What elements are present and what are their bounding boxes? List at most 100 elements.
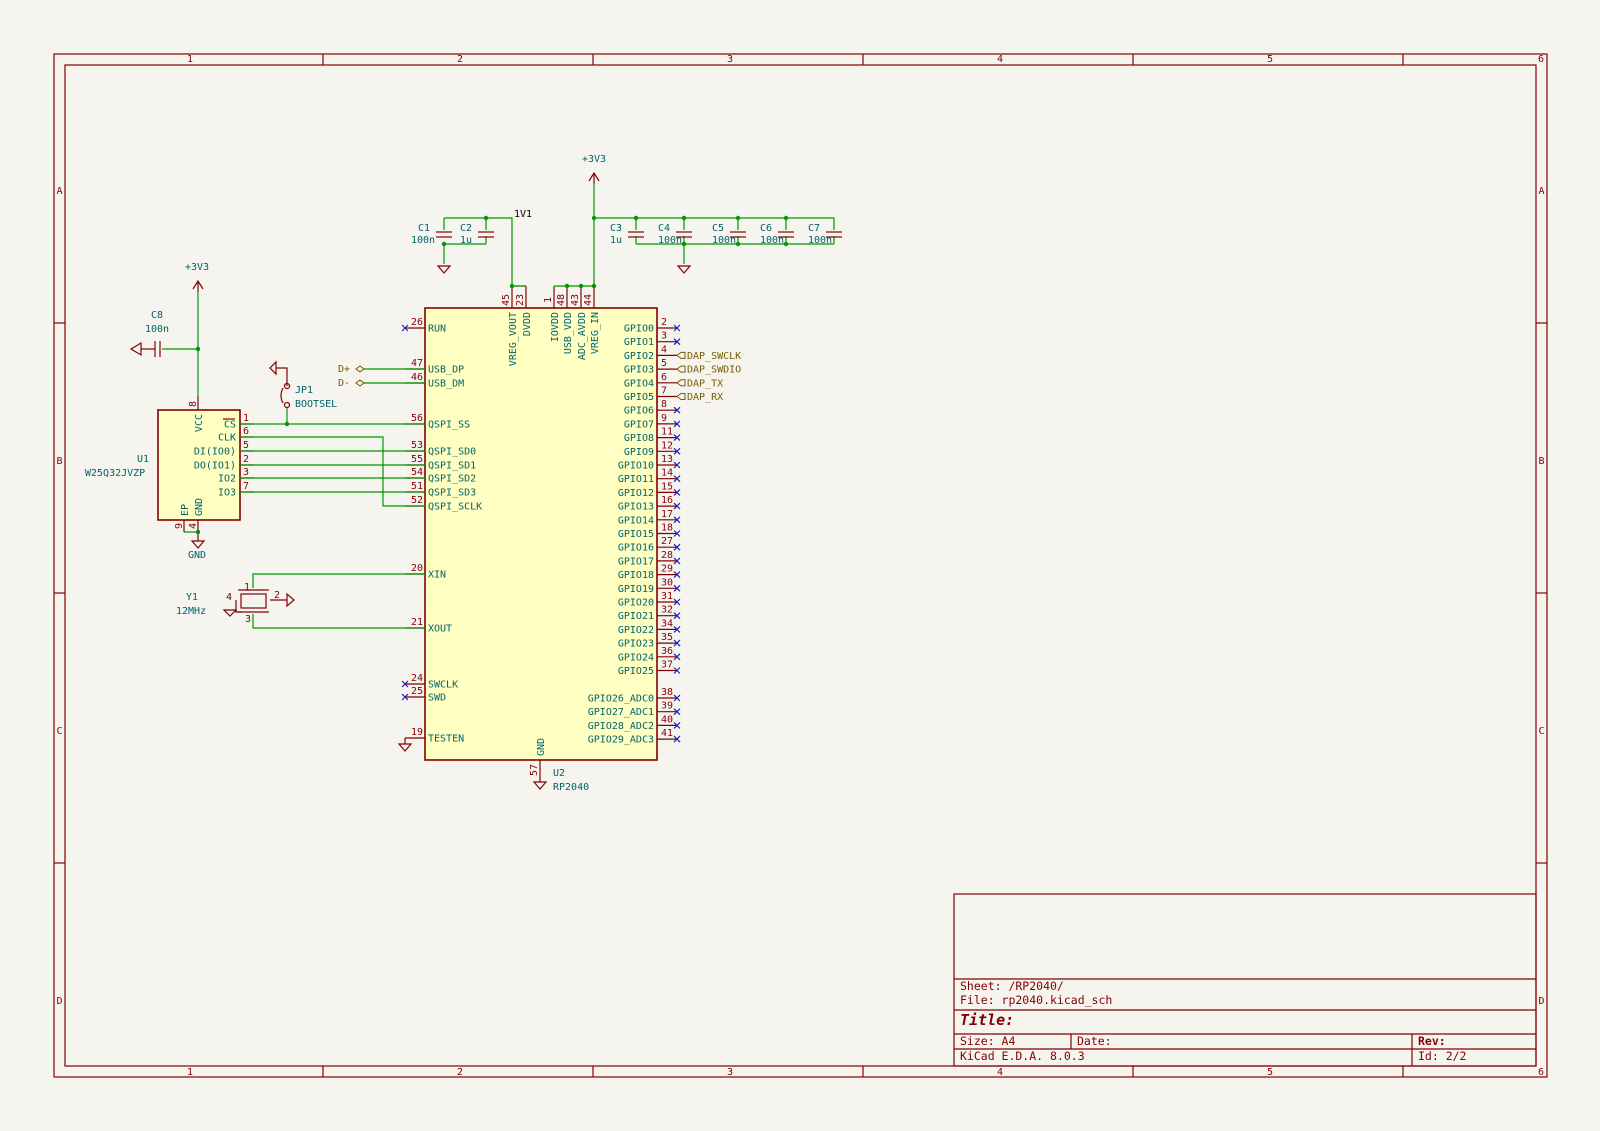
- u2-pin-num-12: 12: [661, 440, 673, 451]
- svg-text:3: 3: [245, 614, 251, 625]
- u2-pin-num-17: 17: [661, 509, 673, 520]
- u2-pin-testen: TESTEN: [428, 734, 464, 745]
- u2-pin-usb_dp: USB_DP: [428, 365, 464, 376]
- u1-flash[interactable]: 1 CS 6 CLK 5 DI(IO0) 2 DO(IO1) 3 IO2 7 IO3 8 VCC 49 GND…: [85, 396, 254, 532]
- u2-pin-dvdd: DVDD: [522, 312, 533, 336]
- u1-pin-num-4: 4: [188, 523, 199, 529]
- u1-pin-vcc: VCC: [194, 414, 205, 432]
- zone-markers: 112233445566A AB BC CD D: [54, 54, 1547, 1078]
- u2-pin-vreg_in: VREG_IN: [590, 312, 601, 354]
- u2-pin-num-37: 37: [661, 660, 673, 671]
- u2-pin-num-27: 27: [661, 536, 673, 547]
- schematic-canvas: 112233445566A AB BC CD D Sheet: /RP2040/ Fil…: [53, 53, 1548, 1078]
- tb-file: File: rp2040.kicad_sch: [960, 993, 1112, 1007]
- svg-text:4: 4: [226, 592, 232, 603]
- u2-pin-num-20: 20: [411, 563, 423, 574]
- u2-ref: U2: [553, 768, 565, 779]
- u2-value: RP2040: [553, 782, 589, 793]
- u1-gnd-label: GND: [188, 550, 206, 561]
- u2-pin-num-39: 39: [661, 701, 673, 712]
- u2-pin-gpio2: GPIO2: [624, 351, 654, 362]
- u2-pin-num-25: 25: [411, 686, 423, 697]
- u2-pin-num-5: 5: [661, 358, 667, 369]
- label-dm: D-: [338, 378, 350, 389]
- u2-pin-num-23: 23: [515, 294, 526, 306]
- tb-id: Id: 2/2: [1418, 1049, 1466, 1063]
- zone-top-1: 1: [187, 54, 193, 65]
- u2-pin-gpio7: GPIO7: [624, 419, 654, 430]
- u2-pin-gpio0: GPIO0: [624, 324, 654, 335]
- u2-pin-num-56: 56: [411, 413, 423, 424]
- c4-value: 100n: [658, 235, 682, 246]
- c6-capacitor[interactable]: C6100n: [760, 218, 794, 246]
- label-dp: D+: [338, 364, 350, 375]
- u2-pin-num-31: 31: [661, 591, 673, 602]
- zone-left-C: C: [56, 726, 62, 737]
- u2-pin-num-2: 2: [661, 317, 667, 328]
- zone-left-A: A: [56, 186, 62, 197]
- c3-capacitor[interactable]: C31u: [610, 218, 644, 246]
- c7-value: 100n: [808, 235, 832, 246]
- u2-pin-num-24: 24: [411, 673, 423, 684]
- c4-ref: C4: [658, 223, 670, 234]
- u2-rp2040[interactable]: 26RUN47USB_DP46USB_DM56QSPI_SS53QSPI_SD0…: [397, 285, 681, 793]
- u2-pin-num-53: 53: [411, 440, 423, 451]
- u2-pin-num-6: 6: [661, 372, 667, 383]
- u2-pin-gpio22: GPIO22: [618, 625, 654, 636]
- c2-capacitor[interactable]: C2 1u: [460, 223, 494, 246]
- u2-pin-num-9: 9: [661, 413, 667, 424]
- u2-pin-num-51: 51: [411, 481, 423, 492]
- u2-pin-gpio6: GPIO6: [624, 406, 654, 417]
- u2-pin-gpio29_adc3: GPIO29_ADC3: [588, 735, 654, 746]
- u2-pin-usb_vdd: USB_VDD: [563, 312, 574, 354]
- u2-pin-gpio19: GPIO19: [618, 584, 654, 595]
- u2-pin-num-3: 3: [661, 331, 667, 342]
- u2-pin-xin: XIN: [428, 570, 446, 581]
- zone-left-B: B: [56, 456, 62, 467]
- u1-pin-num-3: 3: [243, 467, 249, 478]
- u2-pin-run: RUN: [428, 324, 446, 335]
- u2-pin-gpio20: GPIO20: [618, 598, 654, 609]
- u2-pin-gpio17: GPIO17: [618, 556, 654, 567]
- zone-bottom-6: 6: [1538, 1067, 1544, 1078]
- u1-pin-num-1: 1: [243, 413, 249, 424]
- u2-pin-gpio24: GPIO24: [618, 652, 654, 663]
- zone-right-B: B: [1538, 456, 1544, 467]
- zone-bottom-2: 2: [457, 1067, 463, 1078]
- c7-capacitor[interactable]: C7100n: [808, 218, 842, 246]
- u1-pin-gnd: GND: [194, 498, 205, 516]
- tb-title: Title:: [960, 1011, 1014, 1029]
- zone-top-4: 4: [997, 54, 1003, 65]
- u2-pin-num-44: 44: [583, 294, 594, 306]
- u2-pin-gpio3: GPIO3: [624, 365, 654, 376]
- u2-pin-num-52: 52: [411, 495, 423, 506]
- c8-capacitor[interactable]: C8 100n: [129, 310, 169, 357]
- u2-pin-num-11: 11: [661, 427, 673, 438]
- u2-pin-num-57: 57: [529, 764, 540, 776]
- u2-pin-num-7: 7: [661, 386, 667, 397]
- u2-pin-num-21: 21: [411, 617, 423, 628]
- c8-ref: C8: [151, 310, 163, 321]
- zone-right-D: D: [1538, 996, 1544, 1007]
- tb-date: Date:: [1077, 1034, 1112, 1048]
- y1-crystal[interactable]: 1 2 3 4 Y1 12MHz: [176, 573, 425, 629]
- u2-pin-num-15: 15: [661, 481, 673, 492]
- c1-capacitor[interactable]: C1 100n: [411, 223, 452, 246]
- c5-capacitor[interactable]: C5100n: [712, 218, 746, 246]
- jp1-bootsel-jumper[interactable]: JP1 BOOTSEL: [269, 360, 337, 424]
- u2-pin-qspi_sd3: QSPI_SD3: [428, 488, 476, 499]
- u2-pin-swd: SWD: [428, 693, 446, 704]
- label-dap-tx: DAP_TX: [687, 378, 723, 389]
- u1-3v3-label: +3V3: [185, 262, 209, 273]
- u2-pin-gpio11: GPIO11: [618, 474, 654, 485]
- u2-pin-num-18: 18: [661, 523, 673, 534]
- c3-ref: C3: [610, 223, 622, 234]
- u2-pin-qspi_sd0: QSPI_SD0: [428, 447, 476, 458]
- c4-capacitor[interactable]: C4100n: [658, 218, 692, 246]
- u1-ref: U1: [137, 454, 149, 465]
- u1-pin-num-8: 8: [188, 401, 199, 407]
- decoupling-caps-3v3: C31uC4100nC5100nC6100nC7100n: [610, 218, 842, 246]
- u2-pin-num-4: 4: [661, 344, 667, 355]
- u2-pin-num-36: 36: [661, 646, 673, 657]
- u1-pin-io3: IO3: [218, 488, 236, 499]
